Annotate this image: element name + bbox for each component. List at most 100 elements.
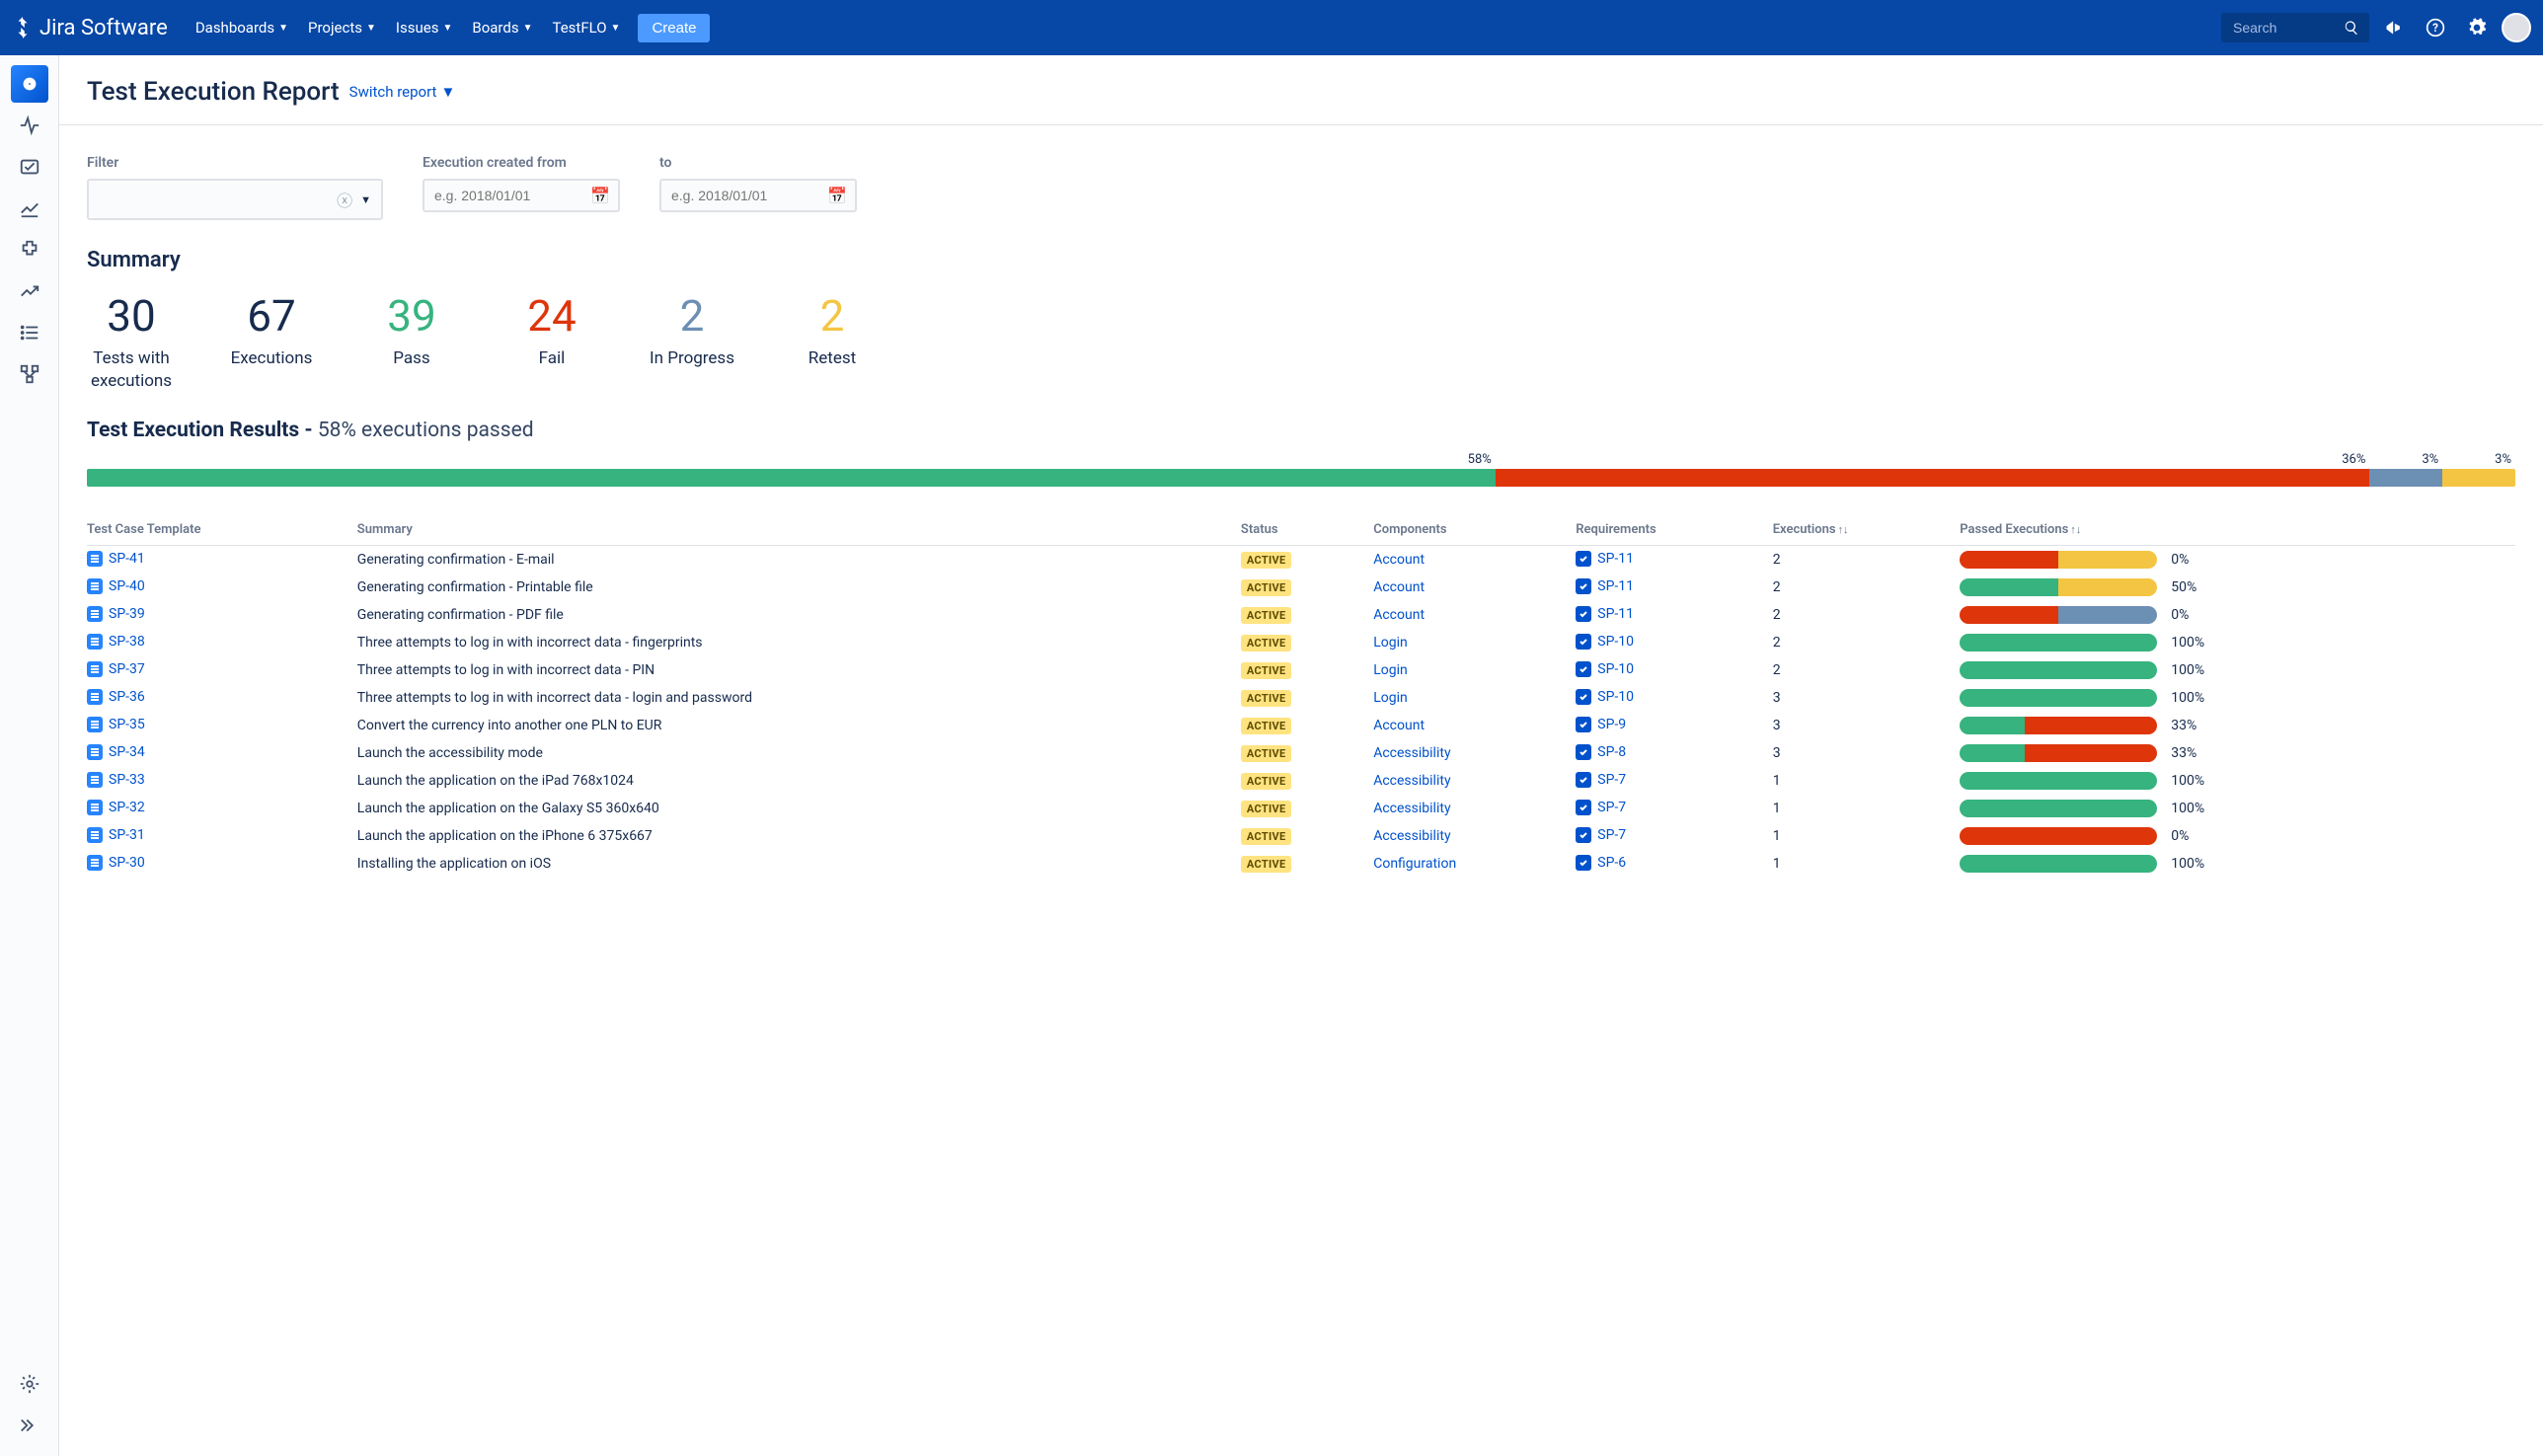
column-header[interactable]: Requirements [1576,514,1772,546]
summary-label: Tests withexecutions [87,347,176,393]
test-case-link[interactable]: SP-36 [87,689,145,705]
mini-progress-bar [1960,827,2157,845]
nav-item-projects[interactable]: Projects▼ [298,13,386,42]
column-header[interactable]: Test Case Template [87,514,357,546]
project-settings-icon[interactable] [11,1365,48,1403]
user-avatar[interactable] [2502,13,2531,42]
test-case-link[interactable]: SP-37 [87,661,145,677]
create-button[interactable]: Create [638,14,710,42]
requirement-icon [1576,717,1591,732]
column-header[interactable]: Executions↑↓ [1773,514,1961,546]
help-icon[interactable]: ? [2419,11,2452,44]
tree-icon[interactable] [11,355,48,393]
executions-cell: 2 [1773,574,1961,601]
requirement-link[interactable]: SP-10 [1576,661,1634,677]
test-case-link[interactable]: SP-33 [87,772,145,788]
percent-text: 100% [2171,690,2204,706]
passed-executions-cell: 100% [1960,800,2505,817]
test-case-icon [87,634,103,650]
reports-icon[interactable] [11,190,48,227]
requirement-link[interactable]: SP-7 [1576,772,1626,788]
passed-executions-cell: 33% [1960,744,2505,762]
nav-item-dashboards[interactable]: Dashboards▼ [186,13,298,42]
progress-labels: 58%36%3%3% [87,452,2515,467]
passed-executions-cell: 100% [1960,855,2505,873]
test-case-icon [87,800,103,815]
component-link[interactable]: Login [1373,635,1408,651]
summary-number: 2 [788,290,877,342]
status-badge: ACTIVE [1241,552,1292,569]
test-case-link[interactable]: SP-34 [87,744,145,760]
summary-number: 30 [87,290,176,342]
chevron-down-icon: ▼ [442,23,452,34]
table-row: SP-39 Generating confirmation - PDF file… [87,601,2515,629]
test-case-link[interactable]: SP-38 [87,634,145,650]
list-icon[interactable] [11,314,48,351]
calendar-icon[interactable]: 📅 [827,187,847,205]
requirement-link[interactable]: SP-6 [1576,855,1626,871]
test-case-link[interactable]: SP-41 [87,551,145,567]
test-case-link[interactable]: SP-30 [87,855,145,871]
component-link[interactable]: Accessibility [1373,801,1450,816]
component-link[interactable]: Accessibility [1373,745,1450,761]
requirement-link[interactable]: SP-7 [1576,827,1626,843]
summary-label: Executions [227,347,316,370]
component-link[interactable]: Login [1373,690,1408,706]
test-case-link[interactable]: SP-32 [87,800,145,815]
status-badge: ACTIVE [1241,690,1292,707]
calendar-icon[interactable]: 📅 [590,187,610,205]
column-header[interactable]: Status [1241,514,1373,546]
summary-number: 2 [648,290,736,342]
addons-icon[interactable] [11,231,48,268]
table-row: SP-41 Generating confirmation - E-mail A… [87,545,2515,574]
test-case-link[interactable]: SP-40 [87,578,145,594]
summary-label: Fail [507,347,596,370]
requirement-link[interactable]: SP-11 [1576,606,1634,622]
requirement-link[interactable]: SP-8 [1576,744,1626,760]
column-header[interactable]: Summary [357,514,1241,546]
component-link[interactable]: Accessibility [1373,773,1450,789]
summary-card: 39Pass [367,290,456,393]
test-case-link[interactable]: SP-35 [87,717,145,732]
expand-sidebar-icon[interactable] [11,1407,48,1444]
component-link[interactable]: Account [1373,579,1425,595]
summary-label: Pass [367,347,456,370]
requirement-link[interactable]: SP-10 [1576,689,1634,705]
chart-icon[interactable] [11,272,48,310]
nav-item-issues[interactable]: Issues▼ [386,13,462,42]
component-link[interactable]: Account [1373,552,1425,568]
settings-icon[interactable] [2460,11,2494,44]
executions-cell: 2 [1773,656,1961,684]
jira-logo[interactable]: Jira Software [12,16,168,40]
filters-row: Filter ⓧ ▼ Execution created from 📅 to 📅 [59,125,2543,230]
requirement-link[interactable]: SP-11 [1576,551,1634,567]
activity-icon[interactable] [11,107,48,144]
requirement-link[interactable]: SP-9 [1576,717,1626,732]
column-header[interactable]: Components [1373,514,1576,546]
switch-report-link[interactable]: Switch report ▼ [349,83,456,101]
board-icon[interactable] [11,148,48,186]
feedback-icon[interactable] [2377,11,2411,44]
requirement-link[interactable]: SP-11 [1576,578,1634,594]
project-icon[interactable] [11,65,48,103]
summary-card: 30 Tests withexecutions [87,290,176,393]
component-link[interactable]: Configuration [1373,856,1456,872]
test-case-icon [87,827,103,843]
column-header[interactable]: Passed Executions↑↓ [1960,514,2515,546]
filter-select[interactable]: ⓧ ▼ [87,179,383,220]
requirement-link[interactable]: SP-10 [1576,634,1634,650]
component-link[interactable]: Login [1373,662,1408,678]
component-link[interactable]: Account [1373,718,1425,733]
clear-filter-icon[interactable]: ⓧ [337,188,352,211]
nav-item-testflo[interactable]: TestFLO▼ [542,13,630,42]
component-link[interactable]: Account [1373,607,1425,623]
passed-executions-cell: 0% [1960,827,2505,845]
test-case-icon [87,855,103,871]
progress-segment [2369,469,2442,487]
requirement-link[interactable]: SP-7 [1576,800,1626,815]
component-link[interactable]: Accessibility [1373,828,1450,844]
test-case-link[interactable]: SP-39 [87,606,145,622]
nav-item-boards[interactable]: Boards▼ [462,13,542,42]
test-case-link[interactable]: SP-31 [87,827,145,843]
progress-segment-label: 3% [2442,452,2515,467]
